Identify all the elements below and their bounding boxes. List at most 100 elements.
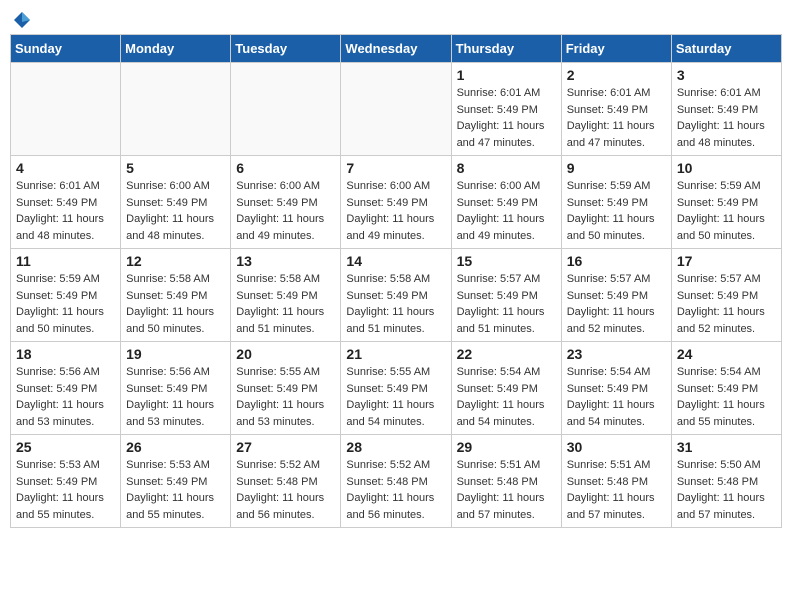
day-number: 19 — [126, 346, 225, 362]
calendar-cell: 14 Sunrise: 5:58 AMSunset: 5:49 PMDayligh… — [341, 249, 451, 342]
day-number: 13 — [236, 253, 335, 269]
day-number: 7 — [346, 160, 445, 176]
weekday-header: Tuesday — [231, 35, 341, 63]
day-number: 2 — [567, 67, 666, 83]
day-number: 5 — [126, 160, 225, 176]
day-number: 17 — [677, 253, 776, 269]
calendar-cell: 29 Sunrise: 5:51 AMSunset: 5:48 PMDayligh… — [451, 435, 561, 528]
day-number: 27 — [236, 439, 335, 455]
day-info: Sunrise: 5:50 AMSunset: 5:48 PMDaylight:… — [677, 457, 776, 523]
calendar-cell: 11 Sunrise: 5:59 AMSunset: 5:49 PMDayligh… — [11, 249, 121, 342]
calendar-cell: 9 Sunrise: 5:59 AMSunset: 5:49 PMDaylight… — [561, 156, 671, 249]
calendar-cell: 7Sunrise: 6:00 AMSunset: 5:49 PMDaylight… — [341, 156, 451, 249]
day-info: Sunrise: 5:57 AMSunset: 5:49 PMDaylight:… — [457, 271, 556, 337]
calendar-cell: 12 Sunrise: 5:58 AMSunset: 5:49 PMDayligh… — [121, 249, 231, 342]
calendar-cell: 4 Sunrise: 6:01 AMSunset: 5:49 PMDaylight… — [11, 156, 121, 249]
day-info: Sunrise: 5:51 AMSunset: 5:48 PMDaylight:… — [457, 457, 556, 523]
day-number: 18 — [16, 346, 115, 362]
calendar-cell: 17 Sunrise: 5:57 AMSunset: 5:49 PMDayligh… — [671, 249, 781, 342]
day-number: 21 — [346, 346, 445, 362]
logo-icon — [12, 10, 32, 30]
calendar-cell: 20 Sunrise: 5:55 AMSunset: 5:49 PMDayligh… — [231, 342, 341, 435]
day-number: 9 — [567, 160, 666, 176]
day-info: Sunrise: 5:53 AMSunset: 5:49 PMDaylight:… — [126, 457, 225, 523]
day-info: Sunrise: 6:01 AMSunset: 5:49 PMDaylight:… — [567, 85, 666, 151]
weekday-header: Wednesday — [341, 35, 451, 63]
day-info: Sunrise: 5:57 AMSunset: 5:49 PMDaylight:… — [677, 271, 776, 337]
day-number: 26 — [126, 439, 225, 455]
day-info: Sunrise: 5:56 AMSunset: 5:49 PMDaylight:… — [16, 364, 115, 430]
day-info: Sunrise: 5:57 AMSunset: 5:49 PMDaylight:… — [567, 271, 666, 337]
calendar-cell: 10Sunrise: 5:59 AMSunset: 5:49 PMDayligh… — [671, 156, 781, 249]
calendar-cell: 31 Sunrise: 5:50 AMSunset: 5:48 PMDayligh… — [671, 435, 781, 528]
day-number: 22 — [457, 346, 556, 362]
calendar-cell — [121, 63, 231, 156]
day-number: 20 — [236, 346, 335, 362]
day-info: Sunrise: 6:00 AMSunset: 5:49 PMDaylight:… — [457, 178, 556, 244]
calendar-cell: 24Sunrise: 5:54 AMSunset: 5:49 PMDayligh… — [671, 342, 781, 435]
calendar-cell: 30 Sunrise: 5:51 AMSunset: 5:48 PMDayligh… — [561, 435, 671, 528]
day-number: 28 — [346, 439, 445, 455]
weekday-header: Monday — [121, 35, 231, 63]
day-info: Sunrise: 5:59 AMSunset: 5:49 PMDaylight:… — [16, 271, 115, 337]
day-number: 29 — [457, 439, 556, 455]
day-info: Sunrise: 6:00 AMSunset: 5:49 PMDaylight:… — [236, 178, 335, 244]
weekday-header: Friday — [561, 35, 671, 63]
calendar-cell: 18 Sunrise: 5:56 AMSunset: 5:49 PMDayligh… — [11, 342, 121, 435]
calendar-cell: 2 Sunrise: 6:01 AMSunset: 5:49 PMDaylight… — [561, 63, 671, 156]
weekday-header: Sunday — [11, 35, 121, 63]
day-number: 31 — [677, 439, 776, 455]
weekday-header: Saturday — [671, 35, 781, 63]
day-info: Sunrise: 5:55 AMSunset: 5:49 PMDaylight:… — [346, 364, 445, 430]
calendar-week-row: 18 Sunrise: 5:56 AMSunset: 5:49 PMDayligh… — [11, 342, 782, 435]
day-info: Sunrise: 5:54 AMSunset: 5:49 PMDaylight:… — [457, 364, 556, 430]
calendar-cell — [11, 63, 121, 156]
day-info: Sunrise: 6:01 AMSunset: 5:49 PMDaylight:… — [677, 85, 776, 151]
day-info: Sunrise: 6:00 AMSunset: 5:49 PMDaylight:… — [126, 178, 225, 244]
day-info: Sunrise: 5:56 AMSunset: 5:49 PMDaylight:… — [126, 364, 225, 430]
day-number: 8 — [457, 160, 556, 176]
day-info: Sunrise: 5:59 AMSunset: 5:49 PMDaylight:… — [567, 178, 666, 244]
calendar-cell: 26 Sunrise: 5:53 AMSunset: 5:49 PMDayligh… — [121, 435, 231, 528]
day-number: 12 — [126, 253, 225, 269]
day-number: 25 — [16, 439, 115, 455]
calendar-cell: 25 Sunrise: 5:53 AMSunset: 5:49 PMDayligh… — [11, 435, 121, 528]
calendar-cell: 5 Sunrise: 6:00 AMSunset: 5:49 PMDaylight… — [121, 156, 231, 249]
calendar-header-row: SundayMondayTuesdayWednesdayThursdayFrid… — [11, 35, 782, 63]
day-info: Sunrise: 5:58 AMSunset: 5:49 PMDaylight:… — [236, 271, 335, 337]
calendar-cell: 1Sunrise: 6:01 AMSunset: 5:49 PMDaylight… — [451, 63, 561, 156]
calendar-week-row: 4 Sunrise: 6:01 AMSunset: 5:49 PMDaylight… — [11, 156, 782, 249]
day-info: Sunrise: 6:01 AMSunset: 5:49 PMDaylight:… — [16, 178, 115, 244]
calendar-cell: 13 Sunrise: 5:58 AMSunset: 5:49 PMDayligh… — [231, 249, 341, 342]
weekday-header: Thursday — [451, 35, 561, 63]
calendar-cell: 6 Sunrise: 6:00 AMSunset: 5:49 PMDaylight… — [231, 156, 341, 249]
calendar-cell: 23 Sunrise: 5:54 AMSunset: 5:49 PMDayligh… — [561, 342, 671, 435]
day-number: 4 — [16, 160, 115, 176]
day-number: 3 — [677, 67, 776, 83]
calendar-cell: 15 Sunrise: 5:57 AMSunset: 5:49 PMDayligh… — [451, 249, 561, 342]
day-number: 23 — [567, 346, 666, 362]
day-info: Sunrise: 5:58 AMSunset: 5:49 PMDaylight:… — [126, 271, 225, 337]
day-info: Sunrise: 5:53 AMSunset: 5:49 PMDaylight:… — [16, 457, 115, 523]
calendar-table: SundayMondayTuesdayWednesdayThursdayFrid… — [10, 34, 782, 528]
day-info: Sunrise: 5:52 AMSunset: 5:48 PMDaylight:… — [346, 457, 445, 523]
calendar-cell: 27Sunrise: 5:52 AMSunset: 5:48 PMDayligh… — [231, 435, 341, 528]
day-number: 16 — [567, 253, 666, 269]
day-number: 11 — [16, 253, 115, 269]
day-info: Sunrise: 5:51 AMSunset: 5:48 PMDaylight:… — [567, 457, 666, 523]
day-number: 6 — [236, 160, 335, 176]
calendar-cell: 3 Sunrise: 6:01 AMSunset: 5:49 PMDaylight… — [671, 63, 781, 156]
day-info: Sunrise: 5:59 AMSunset: 5:49 PMDaylight:… — [677, 178, 776, 244]
day-info: Sunrise: 5:54 AMSunset: 5:49 PMDaylight:… — [677, 364, 776, 430]
day-info: Sunrise: 5:58 AMSunset: 5:49 PMDaylight:… — [346, 271, 445, 337]
day-info: Sunrise: 5:54 AMSunset: 5:49 PMDaylight:… — [567, 364, 666, 430]
day-number: 14 — [346, 253, 445, 269]
day-number: 15 — [457, 253, 556, 269]
logo — [10, 10, 32, 26]
day-number: 1 — [457, 67, 556, 83]
calendar-cell: 16 Sunrise: 5:57 AMSunset: 5:49 PMDayligh… — [561, 249, 671, 342]
day-number: 30 — [567, 439, 666, 455]
calendar-week-row: 1 Sunrise: 6:01 AMSunset: 5:49 PMDaylight… — [11, 63, 782, 156]
day-info: Sunrise: 5:55 AMSunset: 5:49 PMDaylight:… — [236, 364, 335, 430]
calendar-week-row: 25 Sunrise: 5:53 AMSunset: 5:49 PMDayligh… — [11, 435, 782, 528]
